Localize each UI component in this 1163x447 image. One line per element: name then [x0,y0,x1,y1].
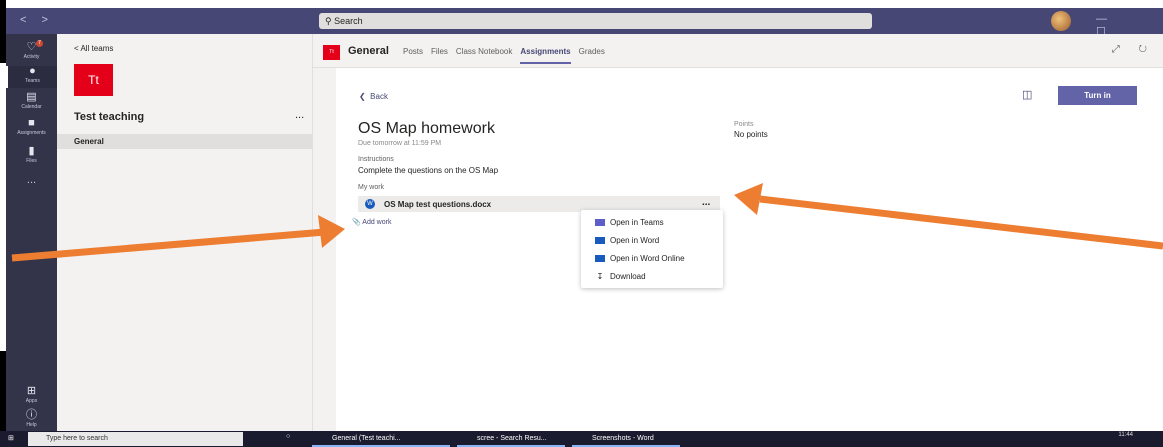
taskbar-search-input[interactable]: Type here to search [28,432,243,446]
cortana-icon[interactable]: ○ [286,433,290,440]
task-teams[interactable]: General (Test teachi... [312,431,450,447]
annotation-arrows [11,183,1163,262]
system-clock[interactable]: 11:44 [1118,432,1133,438]
taskbar: ⊞ Type here to search ○ General (Test te… [0,431,1163,447]
taskbar-search-placeholder: Type here to search [46,435,108,442]
arrow-left-head [318,215,345,248]
arrow-right-head [734,183,763,215]
arrow-left-line [11,228,326,262]
task-search[interactable]: scree - Search Resu... [457,431,565,447]
task-word[interactable]: Screenshots - Word [572,431,680,447]
arrow-right-line [759,195,1163,250]
windows-start-icon[interactable]: ⊞ [8,434,18,444]
